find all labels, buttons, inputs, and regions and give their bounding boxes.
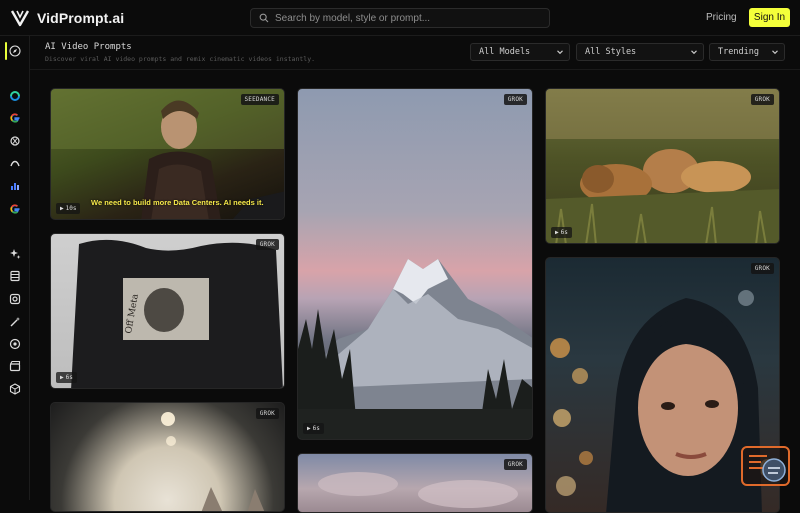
model-badge: GROK [503,94,527,105]
model-badge: SEEDANCE [240,94,279,105]
search-icon [259,13,269,23]
video-card[interactable]: GROK [297,453,533,513]
video-card[interactable]: GROK ▶ 6s [297,88,533,440]
top-bar: VidPrompt.ai Pricing Sign In [0,0,800,36]
duration-text: 6s [560,229,568,236]
target-icon[interactable] [8,337,22,351]
magic-wand-icon[interactable] [8,315,22,329]
sign-in-button[interactable]: Sign In [749,8,790,27]
model-filter-value: All Models [479,47,531,57]
page-header: AI Video Prompts Discover viral AI video… [30,36,800,70]
video-card[interactable]: GROK [50,402,285,512]
video-card[interactable]: SEEDANCE We need to build more Data Cent… [50,88,285,220]
brand-logo[interactable]: VidPrompt.ai [10,8,124,28]
video-thumbnail [298,259,532,439]
chat-bot-icon [749,455,786,482]
chat-widget-button[interactable] [741,446,790,486]
model-badge: GROK [750,263,774,274]
duration-badge: ▶ 10s [56,203,81,214]
video-caption: We need to build more Data Centers. AI n… [91,198,264,207]
video-thumbnail: Off Meta [71,239,283,388]
chevron-down-icon [557,50,563,55]
duration-badge: ▶ 6s [551,227,572,238]
google-icon[interactable] [8,111,22,125]
aperture-icon[interactable] [8,292,22,306]
chevron-down-icon [691,50,697,55]
sidebar [0,36,30,500]
play-icon: ▶ [60,205,64,212]
video-card[interactable]: GROK ▶ 6s [545,88,780,244]
sparkles-icon[interactable] [8,247,22,261]
model-badge: GROK [503,459,527,470]
openai-icon[interactable] [8,134,22,148]
style-filter-select[interactable]: All Styles [576,43,704,61]
model-badge: GROK [255,239,279,250]
sort-value: Trending [718,47,759,57]
model-badge: GROK [255,408,279,419]
clapperboard-icon[interactable] [8,359,22,373]
seedance-logo-icon[interactable] [8,89,22,103]
page-subtitle: Discover viral AI video prompts and remi… [45,55,316,63]
duration-text: 10s [65,205,77,212]
duration-text: 6s [65,374,73,381]
google-icon-secondary[interactable] [8,202,22,216]
pricing-link[interactable]: Pricing [706,12,737,23]
video-thumbnail [546,89,779,243]
compass-icon[interactable] [8,44,22,58]
search-bar[interactable] [250,8,550,28]
sort-select[interactable]: Trending [709,43,785,61]
chevron-down-icon [772,50,778,55]
duration-badge: ▶ 6s [56,372,77,383]
search-input[interactable] [275,12,545,24]
vidprompt-logo-icon [10,10,30,27]
cube-icon[interactable] [8,382,22,396]
play-icon: ▶ [555,229,559,236]
duration-badge: ▶ 6s [303,423,324,434]
duration-text: 6s [312,425,320,432]
page-title: AI Video Prompts [45,42,132,52]
video-thumbnail [161,412,265,511]
style-filter-value: All Styles [585,47,637,57]
model-filter-select[interactable]: All Models [470,43,570,61]
film-icon[interactable] [8,269,22,283]
video-card[interactable]: Off Meta GROK ▶ 6s [50,233,285,389]
video-thumbnail [318,472,518,508]
sidebar-active-indicator [5,42,7,60]
brand-name: VidPrompt.ai [37,10,125,26]
wave-icon[interactable] [8,157,22,171]
play-icon: ▶ [60,374,64,381]
bar-chart-icon[interactable] [8,179,22,193]
play-icon: ▶ [307,425,311,432]
model-badge: GROK [750,94,774,105]
